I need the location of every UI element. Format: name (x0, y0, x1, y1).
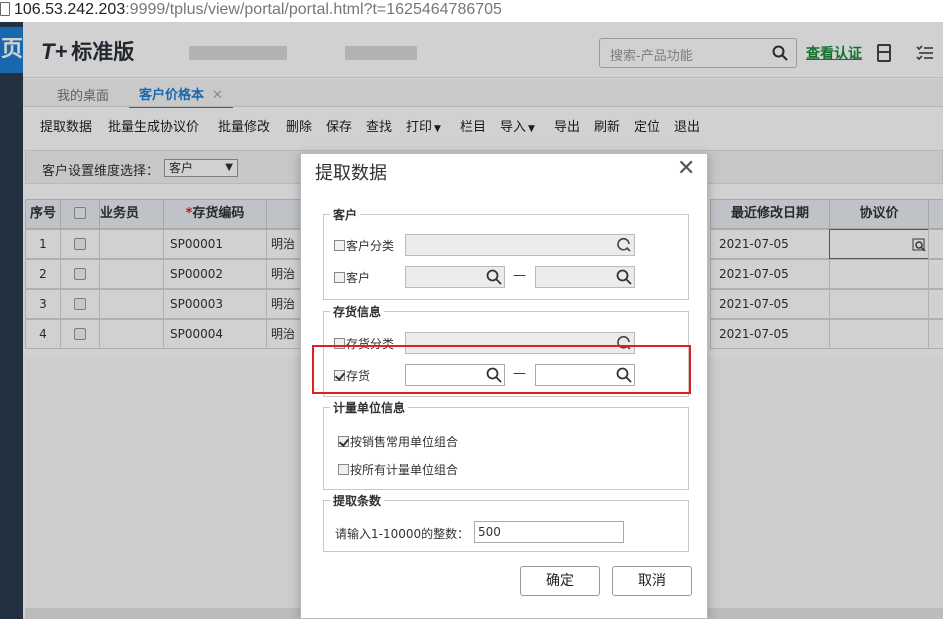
count-group-title: 提取条数 (330, 492, 385, 509)
customer-checkbox[interactable] (334, 272, 345, 283)
customer-class-option[interactable]: 客户分类 (334, 237, 394, 254)
unit-option-all-label: 按所有计量单位组合 (350, 463, 459, 477)
unit-option-sales-label: 按销售常用单位组合 (350, 435, 459, 449)
highlight-annotation (312, 345, 691, 394)
count-input[interactable]: 500 (474, 521, 624, 543)
customer-option[interactable]: 客户 (334, 269, 370, 286)
address-bar[interactable]: 106.53.242.203:9999/tplus/view/portal/po… (0, 0, 943, 22)
customer-group-title: 客户 (330, 206, 361, 223)
customer-to-input[interactable] (535, 266, 635, 288)
unit-group-title: 计量单位信息 (330, 399, 409, 416)
unit-group: 计量单位信息 按销售常用单位组合 按所有计量单位组合 (323, 399, 689, 490)
ok-button[interactable]: 确定 (520, 566, 600, 596)
dialog-title: 提取数据 (315, 163, 387, 184)
customer-class-checkbox[interactable] (334, 240, 345, 251)
count-group: 提取条数 请输入1-10000的整数： 500 (323, 492, 689, 552)
refresh-search-icon[interactable] (616, 237, 632, 253)
range-separator: — (513, 268, 526, 283)
url-host: 106.53.242.203 (14, 1, 126, 18)
customer-label: 客户 (346, 271, 371, 285)
page-icon (0, 2, 10, 16)
inventory-group-title: 存货信息 (330, 303, 385, 320)
search-icon[interactable] (616, 269, 632, 285)
unit-option-sales[interactable]: 按销售常用单位组合 (338, 433, 458, 450)
unit-sales-checkbox[interactable] (338, 436, 349, 447)
close-icon[interactable]: ✕ (677, 156, 695, 181)
unit-all-checkbox[interactable] (338, 464, 349, 475)
customer-from-input[interactable] (405, 266, 505, 288)
unit-option-all[interactable]: 按所有计量单位组合 (338, 461, 458, 478)
customer-group: 客户 客户分类 客户 — (323, 206, 689, 300)
customer-class-input[interactable] (405, 234, 635, 256)
count-label: 请输入1-10000的整数： (335, 527, 470, 541)
url-path: :9999/tplus/view/portal/portal.html?t=16… (125, 1, 502, 18)
customer-class-label: 客户分类 (346, 239, 395, 253)
search-icon[interactable] (486, 269, 502, 285)
cancel-button[interactable]: 取消 (612, 566, 692, 596)
